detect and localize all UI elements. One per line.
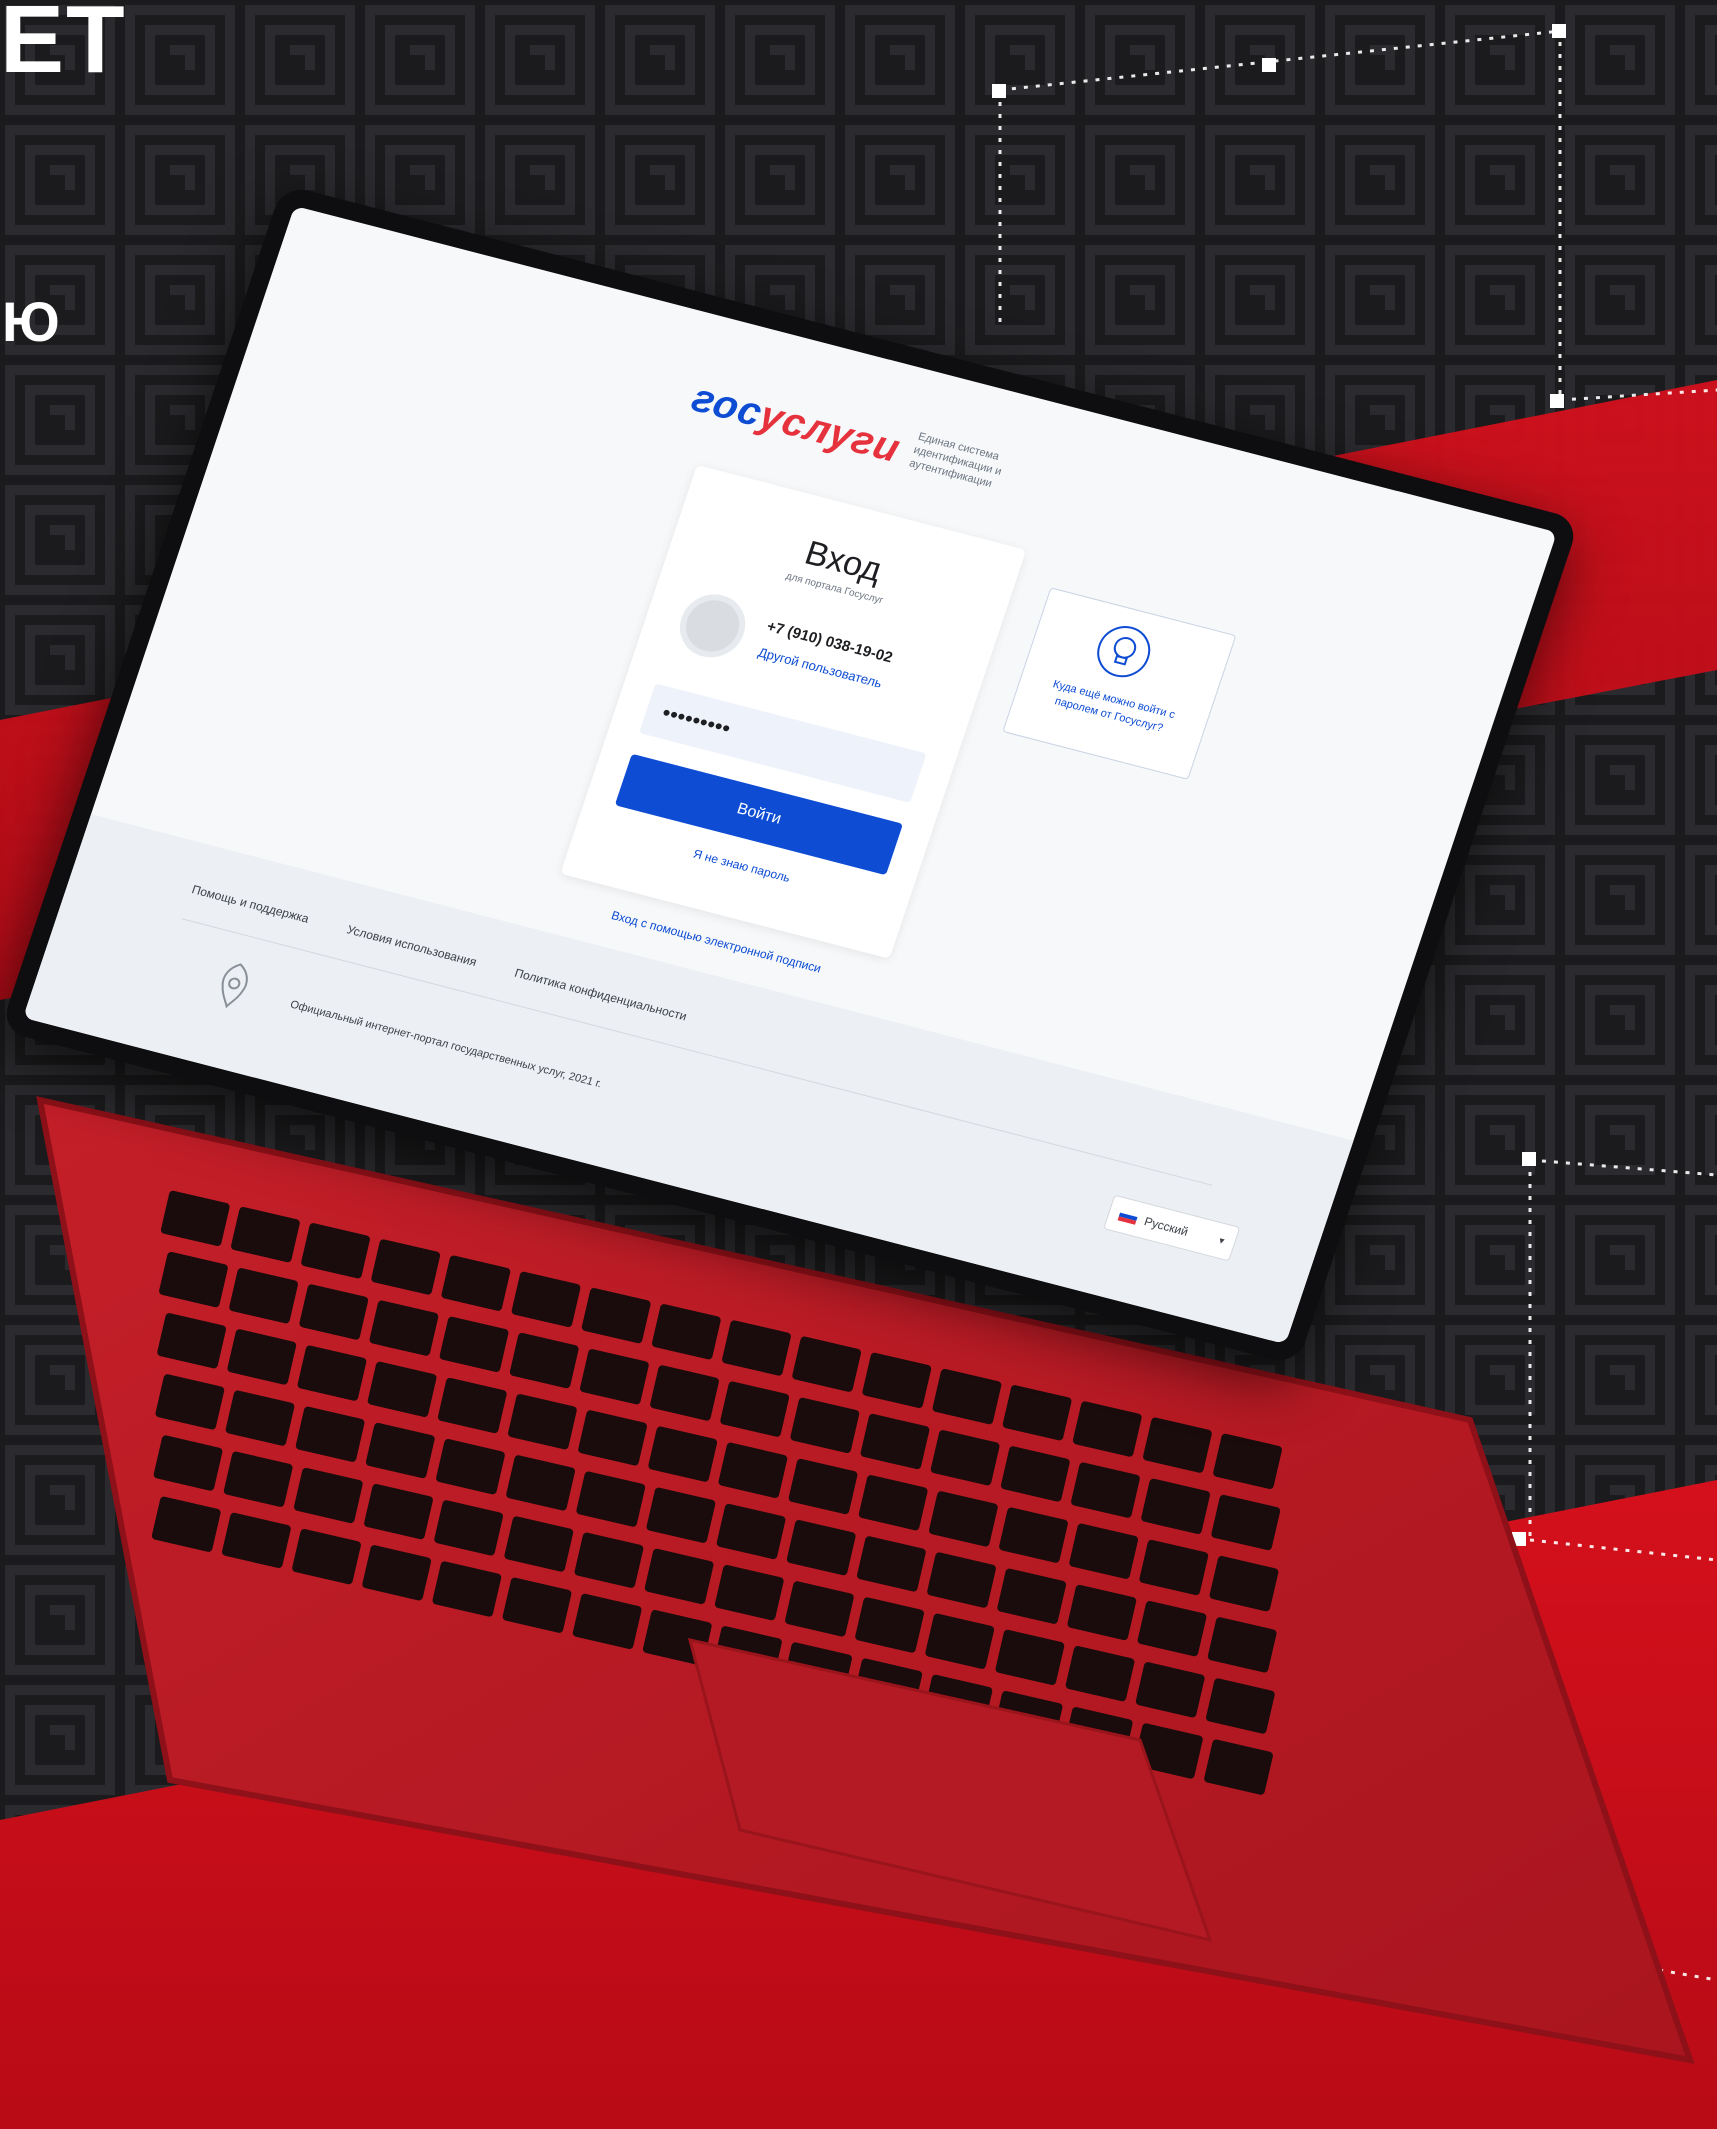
login-card: Вход для портала Госуслуг +7 (910) 038-1… xyxy=(560,464,1027,959)
logo-subtitle: Единая система идентификации и аутентифи… xyxy=(907,430,1004,490)
where-else-card[interactable]: Куда ещё можно войти с паролем от Госусл… xyxy=(1002,587,1237,780)
chevron-down-icon: ▾ xyxy=(1217,1235,1226,1247)
russia-flag-icon xyxy=(1117,1208,1139,1225)
footer-copyright: Официальный интернет-портал государствен… xyxy=(288,998,604,1091)
lightbulb-icon xyxy=(1097,626,1151,678)
where-else-text: Куда ещё можно войти с паролем от Госусл… xyxy=(1051,678,1177,735)
headline-line-2: Ю xyxy=(2,290,62,353)
headline-line-1: ЕТ xyxy=(0,0,127,93)
language-label: Русский xyxy=(1142,1214,1190,1239)
gosuslugi-logo[interactable]: госуслуги xyxy=(686,376,907,472)
footer-link-privacy[interactable]: Политика конфиденциальности xyxy=(513,966,689,1024)
language-select[interactable]: Русский ▾ xyxy=(1103,1194,1241,1262)
avatar xyxy=(671,587,754,665)
logo-part-2: услуги xyxy=(753,393,907,471)
footer-link-terms[interactable]: Условия использования xyxy=(345,922,478,969)
footer-links: Помощь и поддержка Условия использования… xyxy=(190,882,689,1023)
footer-link-help[interactable]: Помощь и поддержка xyxy=(190,882,311,925)
coat-of-arms-icon xyxy=(221,963,248,1009)
stage: ЕТ Ю госуслуги Единая система идентифика… xyxy=(0,0,1717,2129)
